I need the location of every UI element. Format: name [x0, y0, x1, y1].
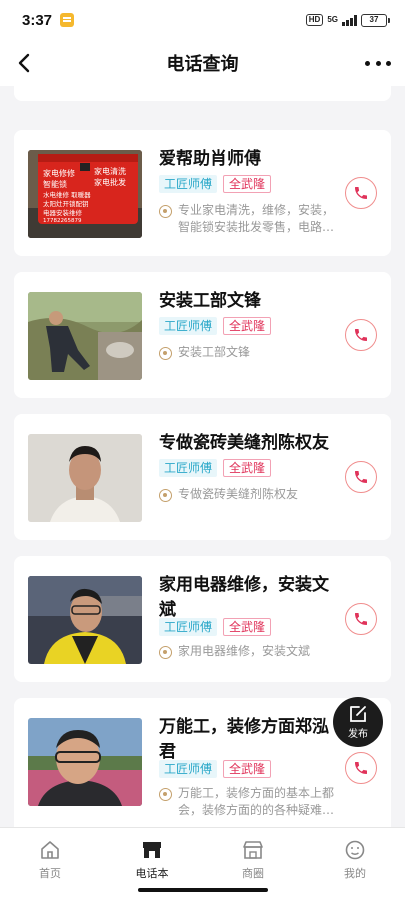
listing-description-row: 万能工，装修方面的基本上都会，装修方面的的各种疑难…: [159, 785, 341, 819]
list-item[interactable]: 家用电器维修，安装文斌 工匠师傅 全武隆 家用电器维修，安装文斌: [14, 556, 391, 682]
photo-text: 太阳灶开锁配钥: [43, 199, 89, 208]
listing-description: 安装工部文锋: [178, 345, 251, 359]
listing-description: 专业家电清洗，维修，安装，智能锁安装批发零售，电路…: [178, 203, 335, 234]
battery-icon: 37: [361, 13, 390, 27]
photo-text: 家电清洗: [94, 166, 126, 176]
area-tag: 全武隆: [223, 618, 272, 636]
photo-text: 17782265879: [43, 218, 82, 224]
home-indicator[interactable]: [138, 888, 268, 892]
photo-text: 水电维修 取暖器: [43, 190, 91, 199]
status-time: 3:37: [22, 11, 53, 29]
nav-header: 电话查询: [0, 40, 405, 86]
location-pin-icon: [159, 489, 172, 502]
tab-business-circle[interactable]: 商圈: [213, 839, 293, 881]
listing-description: 专做瓷砖美缝剂陈权友: [178, 487, 299, 501]
listing-description: 万能工，装修方面的基本上都会，装修方面的的各种疑难…: [178, 786, 335, 817]
tab-label: 首页: [39, 867, 61, 880]
home-icon: [41, 841, 59, 859]
listing-description-row: 专做瓷砖美缝剂陈权友: [159, 486, 341, 503]
phone-icon: [355, 187, 367, 199]
photo-text: 家电修修: [43, 168, 75, 178]
phone-icon: [355, 762, 367, 774]
photo-text: 电器安装维修: [43, 208, 83, 217]
list-item[interactable]: 安装工部文锋 工匠师傅 全武隆 安装工部文锋: [14, 272, 391, 398]
battery-level: 37: [369, 14, 379, 24]
listing-name[interactable]: 安装工部文锋: [159, 289, 339, 314]
hd-badge: HD: [305, 14, 324, 26]
listing-tags: 工匠师傅 全武隆: [159, 760, 272, 778]
smiley-icon: [345, 840, 365, 860]
call-button[interactable]: [345, 603, 377, 635]
area-tag: 全武隆: [223, 175, 272, 193]
area-tag: 全武隆: [223, 317, 272, 335]
listing-tags: 工匠师傅 全武隆: [159, 459, 272, 477]
listing-tags: 工匠师傅 全武隆: [159, 618, 272, 636]
more-options-icon[interactable]: [365, 53, 391, 73]
status-bar: 3:37 HD 5G 37: [0, 0, 405, 40]
listing-description: 家用电器维修，安装文斌: [178, 644, 311, 658]
tab-profile[interactable]: 我的: [315, 839, 395, 881]
call-button[interactable]: [345, 461, 377, 493]
area-tag: 全武隆: [223, 760, 272, 778]
tab-phonebook[interactable]: 电话本: [112, 839, 192, 881]
publish-button[interactable]: 发布: [333, 697, 383, 747]
tab-home[interactable]: 首页: [10, 839, 90, 881]
store-icon: [243, 841, 263, 859]
status-indicators: HD 5G 37: [305, 13, 390, 27]
listing-description-row: 家用电器维修，安装文斌: [159, 643, 341, 660]
listing-photo: [28, 718, 142, 806]
call-button[interactable]: [345, 752, 377, 784]
tab-label: 商圈: [242, 867, 264, 880]
edit-icon: [350, 706, 366, 722]
listing-tags: 工匠师傅 全武隆: [159, 317, 272, 335]
tab-label: 电话本: [135, 867, 169, 880]
phonebook-shop-icon: [143, 842, 161, 858]
network-type: 5G: [327, 15, 338, 24]
category-tag: 工匠师傅: [159, 760, 218, 778]
listing-description-row: 专业家电清洗，维修，安装，智能锁安装批发零售，电路…: [159, 202, 341, 236]
list-item-partial[interactable]: [14, 86, 391, 101]
location-pin-icon: [159, 788, 172, 801]
location-pin-icon: [159, 205, 172, 218]
location-pin-icon: [159, 347, 172, 360]
listing-description-row: 安装工部文锋: [159, 344, 341, 361]
publish-label: 发布: [348, 729, 368, 740]
listing-photo: 家电修修 家电清洗 智能锁 家电批发 水电维修 取暖器 太阳灶开锁配钥 电器安装…: [28, 150, 142, 238]
category-tag: 工匠师傅: [159, 459, 218, 477]
listing-photo: [28, 576, 142, 664]
listing-name[interactable]: 家用电器维修，安装文斌: [159, 573, 339, 623]
listing-tags: 工匠师傅 全武隆: [159, 175, 272, 193]
listing-name[interactable]: 专做瓷砖美缝剂陈权友: [159, 431, 339, 456]
category-tag: 工匠师傅: [159, 618, 218, 636]
photo-text: 家电批发: [94, 177, 126, 187]
signal-icon: [342, 14, 357, 26]
listing-name[interactable]: 爱帮助肖师傅: [159, 147, 339, 172]
back-arrow-icon[interactable]: [14, 52, 36, 74]
listing-photo: [28, 292, 142, 380]
tab-label: 我的: [344, 867, 366, 880]
page-title: 电话查询: [166, 54, 239, 75]
call-button[interactable]: [345, 319, 377, 351]
list-item[interactable]: 家电修修 家电清洗 智能锁 家电批发 水电维修 取暖器 太阳灶开锁配钥 电器安装…: [14, 130, 391, 256]
phone-icon: [355, 613, 367, 625]
phone-icon: [355, 471, 367, 483]
call-button[interactable]: [345, 177, 377, 209]
listing-photo: [28, 434, 142, 522]
area-tag: 全武隆: [223, 459, 272, 477]
category-tag: 工匠师傅: [159, 175, 218, 193]
notification-note-icon: [60, 13, 75, 27]
category-tag: 工匠师傅: [159, 317, 218, 335]
listing-name[interactable]: 万能工，装修方面郑泓君: [159, 715, 339, 765]
location-pin-icon: [159, 646, 172, 659]
photo-text: 智能锁: [43, 179, 67, 189]
list-item[interactable]: 专做瓷砖美缝剂陈权友 工匠师傅 全武隆 专做瓷砖美缝剂陈权友: [14, 414, 391, 540]
phone-icon: [355, 329, 367, 341]
